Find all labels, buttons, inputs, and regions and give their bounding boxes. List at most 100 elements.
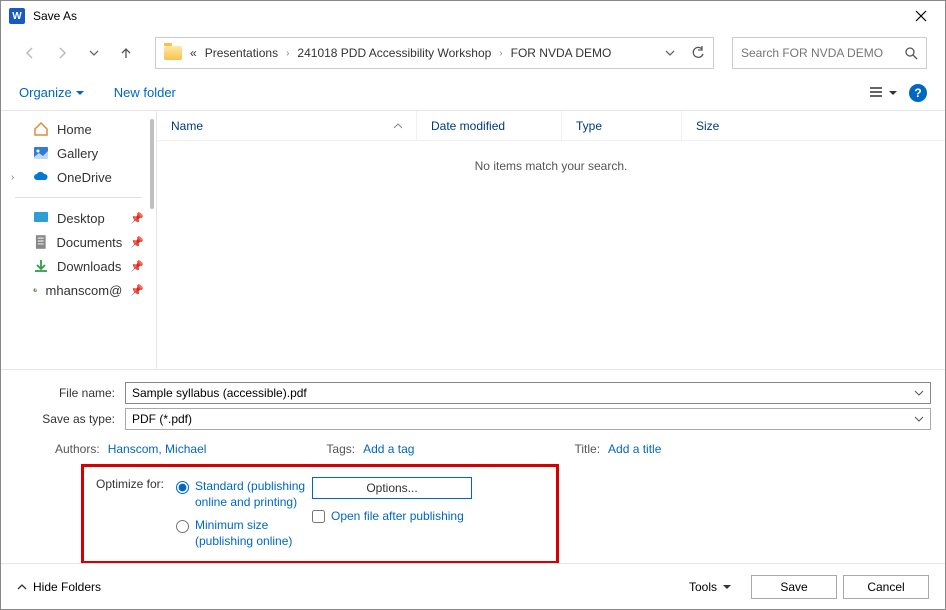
chevron-down-icon[interactable] (914, 388, 924, 398)
refresh-icon (691, 46, 705, 60)
checkbox-input[interactable] (312, 510, 325, 523)
cancel-button[interactable]: Cancel (843, 575, 929, 599)
radio-input[interactable] (176, 520, 189, 533)
options-button[interactable]: Options... (312, 477, 472, 499)
pin-icon: 📌 (130, 236, 144, 249)
list-view-icon (870, 87, 886, 99)
radio-label: Minimum size (publishing online) (195, 518, 312, 549)
save-button[interactable]: Save (751, 575, 837, 599)
address-dropdown[interactable] (665, 48, 675, 58)
title-value[interactable]: Add a title (608, 442, 661, 456)
navigation-toolbar: « Presentations › 241018 PDD Accessibili… (1, 31, 945, 75)
open-after-checkbox[interactable]: Open file after publishing (312, 509, 544, 523)
sidebar-item-desktop[interactable]: Desktop 📌 (1, 206, 156, 230)
back-button[interactable] (19, 42, 41, 64)
gallery-icon (33, 145, 49, 161)
view-menu[interactable] (870, 87, 897, 99)
dialog-footer: Hide Folders Tools Save Cancel (1, 563, 945, 609)
chevron-down-icon (89, 48, 99, 58)
column-headers: Name Date modified Type Size (157, 111, 945, 141)
close-icon (915, 10, 927, 22)
savetype-value: PDF (*.pdf) (132, 412, 192, 426)
up-button[interactable] (115, 42, 137, 64)
sidebar-item-gallery[interactable]: Gallery (1, 141, 156, 165)
radio-label: Standard (publishing online and printing… (195, 479, 312, 510)
radio-input[interactable] (176, 481, 189, 494)
close-button[interactable] (905, 6, 937, 26)
sidebar-divider (15, 197, 142, 198)
sidebar-item-documents[interactable]: Documents 📌 (1, 230, 156, 254)
sidebar-item-downloads[interactable]: Downloads 📌 (1, 254, 156, 278)
pin-icon: 📌 (130, 260, 144, 273)
chevron-up-icon (17, 582, 27, 592)
address-bar[interactable]: « Presentations › 241018 PDD Accessibili… (155, 37, 714, 69)
sidebar-label: Home (57, 122, 92, 137)
organize-label: Organize (19, 85, 72, 100)
tools-label: Tools (689, 580, 717, 594)
sidebar-label: Documents (57, 235, 123, 250)
window-title: Save As (33, 9, 905, 23)
save-form: File name: Sample syllabus (accessible).… (1, 369, 945, 568)
checkbox-label: Open file after publishing (331, 509, 464, 523)
chevron-down-icon[interactable] (914, 414, 924, 424)
title-bar: W Save As (1, 1, 945, 31)
expand-caret-icon[interactable]: › (11, 172, 14, 183)
help-button[interactable]: ? (909, 84, 927, 102)
caret-down-icon (723, 583, 731, 591)
authors-label: Authors: (55, 442, 100, 456)
filename-label: File name: (15, 386, 125, 400)
column-label: Date modified (431, 119, 505, 133)
cloud-icon (33, 169, 49, 185)
sidebar-label: mhanscom@ (46, 283, 123, 298)
hide-folders-toggle[interactable]: Hide Folders (17, 580, 101, 594)
optimize-minimum-radio[interactable]: Minimum size (publishing online) (176, 518, 312, 549)
title-meta[interactable]: Title: Add a title (574, 442, 661, 456)
tags-label: Tags: (326, 442, 355, 456)
sidebar-item-onedrive[interactable]: › OneDrive (1, 165, 156, 189)
sidebar-label: OneDrive (57, 170, 112, 185)
downloads-icon (33, 258, 49, 274)
scrollbar-thumb[interactable] (150, 119, 154, 209)
savetype-select[interactable]: PDF (*.pdf) (125, 408, 931, 430)
breadcrumb-ellipsis: « (190, 46, 197, 60)
column-type[interactable]: Type (562, 111, 682, 140)
sidebar-label: Downloads (57, 259, 121, 274)
filename-input[interactable]: Sample syllabus (accessible).pdf (125, 382, 931, 404)
new-folder-button[interactable]: New folder (114, 85, 176, 100)
column-date[interactable]: Date modified (417, 111, 562, 140)
column-label: Type (576, 119, 602, 133)
authors-value[interactable]: Hanscom, Michael (108, 442, 207, 456)
file-list: Name Date modified Type Size No items ma… (157, 111, 945, 369)
column-size[interactable]: Size (682, 111, 782, 140)
desktop-icon (33, 210, 49, 226)
google-drive-icon (33, 282, 38, 298)
chevron-down-icon (665, 48, 675, 58)
arrow-up-icon (119, 46, 133, 60)
sidebar-label: Desktop (57, 211, 105, 226)
search-box[interactable] (732, 37, 927, 69)
column-name[interactable]: Name (157, 111, 417, 140)
sidebar-item-home[interactable]: Home (1, 117, 156, 141)
optimize-standard-radio[interactable]: Standard (publishing online and printing… (176, 479, 312, 510)
search-input[interactable] (741, 46, 901, 60)
chevron-right-icon: › (286, 48, 289, 59)
hide-folders-label: Hide Folders (33, 580, 101, 594)
tags-value[interactable]: Add a tag (363, 442, 414, 456)
forward-button[interactable] (51, 42, 73, 64)
sidebar-item-gdrive[interactable]: mhanscom@ 📌 (1, 278, 156, 302)
navigation-sidebar: Home Gallery › OneDrive Desktop 📌 Docume… (1, 111, 157, 369)
breadcrumb-segment[interactable]: FOR NVDA DEMO (511, 46, 612, 60)
command-bar: Organize New folder ? (1, 75, 945, 111)
refresh-button[interactable] (691, 46, 705, 60)
recent-dropdown[interactable] (83, 42, 105, 64)
main-area: Home Gallery › OneDrive Desktop 📌 Docume… (1, 111, 945, 369)
tags-meta[interactable]: Tags: Add a tag (326, 442, 414, 456)
organize-menu[interactable]: Organize (19, 85, 84, 100)
sort-asc-icon (394, 122, 402, 130)
authors-meta[interactable]: Authors: Hanscom, Michael (55, 442, 206, 456)
column-label: Name (171, 119, 203, 133)
breadcrumb-segment[interactable]: Presentations (205, 46, 278, 60)
empty-message: No items match your search. (157, 141, 945, 191)
tools-menu[interactable]: Tools (689, 580, 731, 594)
breadcrumb-segment[interactable]: 241018 PDD Accessibility Workshop (297, 46, 491, 60)
